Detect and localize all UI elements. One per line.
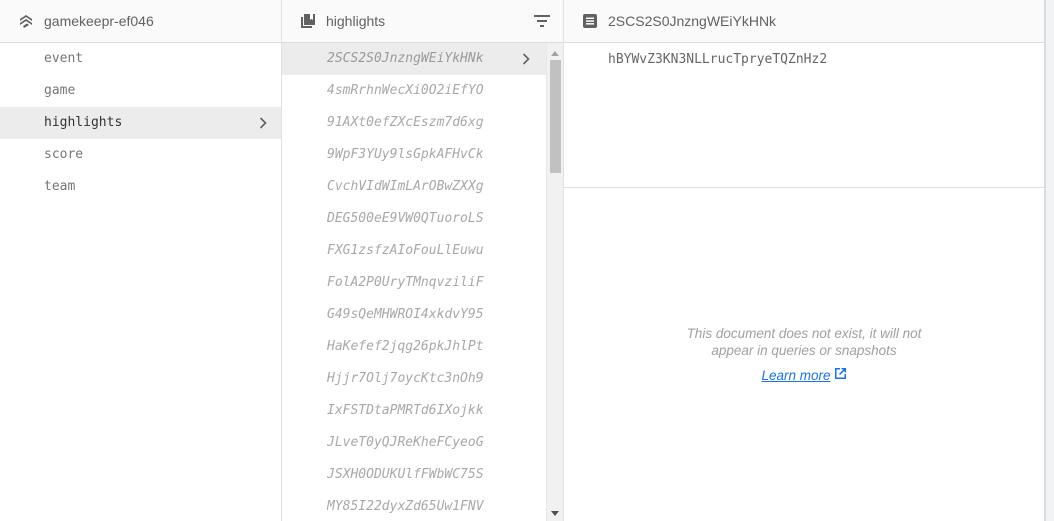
collection-label: score (44, 147, 84, 162)
project-title: gamekeepr-ef046 (44, 13, 154, 29)
document-item[interactable]: JLveT0yQJReKheFCyeoG (282, 427, 546, 459)
document-item[interactable]: IxFSTDtaPMRTd6IXojkk (282, 395, 546, 427)
document-id: FXG1zsfzAIoFouLlEuwu (327, 243, 484, 258)
document-id: 9WpF3YUy9lsGpkAFHvCk (327, 147, 484, 162)
scroll-up-arrow-icon[interactable] (547, 45, 563, 61)
filter-icon[interactable] (533, 12, 551, 30)
document-id: IxFSTDtaPMRTd6IXojkk (327, 403, 484, 418)
scroll-down-arrow-icon[interactable] (547, 505, 563, 521)
external-link-icon (834, 367, 847, 383)
chevron-right-icon (259, 107, 267, 139)
missing-document-notice: This document does not exist, it will no… (564, 325, 1044, 385)
document-title: 2SCS2S0JnzngWEiYkHNk (608, 13, 777, 29)
document-item[interactable]: JSXH0ODUKUlfFWbWC75S (282, 459, 546, 491)
document-id: CvchVIdWImLArOBwZXXg (327, 179, 484, 194)
collection-panel-header: highlights (282, 0, 563, 43)
learn-more-label: Learn more (761, 367, 831, 383)
document-id: HaKefef2jqg26pkJhlPt (327, 339, 484, 354)
document-id: MY85I22dyxZd65Uw1FNV (327, 499, 484, 514)
document-item[interactable]: G49sQeMHWROI4xkdvY95 (282, 299, 546, 331)
learn-more-link[interactable]: Learn more (761, 367, 846, 383)
missing-document-text: This document does not exist, it will no… (686, 326, 922, 358)
collection-label: team (44, 179, 76, 194)
root-panel-header: gamekeepr-ef046 (0, 0, 281, 43)
document-item[interactable]: 9WpF3YUy9lsGpkAFHvCk (282, 139, 546, 171)
document-id: 2SCS2S0JnzngWEiYkHNk (327, 51, 484, 66)
document-item[interactable]: 91AXt0efZXcEszm7d6xg (282, 107, 546, 139)
collection-item-score[interactable]: score (0, 139, 281, 171)
collection-icon (299, 12, 317, 30)
collection-list: event game highlights score team (0, 43, 281, 203)
subcollection-item[interactable]: hBYWvZ3KN3NLLrucTpryeTQZnHz2 (608, 51, 1044, 69)
document-icon (581, 12, 599, 30)
document-item[interactable]: 4smRrhnWecXi0O2iEfYO (282, 75, 546, 107)
document-panel: 2SCS2S0JnzngWEiYkHNk hBYWvZ3KN3NLLrucTpr… (564, 0, 1045, 521)
firestore-root-icon (17, 12, 35, 30)
collection-item-game[interactable]: game (0, 75, 281, 107)
document-item[interactable]: 2SCS2S0JnzngWEiYkHNk (282, 43, 546, 75)
document-item[interactable]: Hjjr7Olj7oycKtc3nOh9 (282, 363, 546, 395)
document-id: G49sQeMHWROI4xkdvY95 (327, 307, 484, 322)
document-item[interactable]: FXG1zsfzAIoFouLlEuwu (282, 235, 546, 267)
collection-label: event (44, 51, 84, 66)
document-id: JSXH0ODUKUlfFWbWC75S (327, 467, 484, 482)
collection-item-event[interactable]: event (0, 43, 281, 75)
document-id: 91AXt0efZXcEszm7d6xg (327, 115, 484, 130)
document-item[interactable]: HaKefef2jqg26pkJhlPt (282, 331, 546, 363)
document-id: FolA2P0UryTMnqvziliF (327, 275, 484, 290)
subcollection-area: hBYWvZ3KN3NLLrucTpryeTQZnHz2 (564, 43, 1044, 188)
collection-item-team[interactable]: team (0, 171, 281, 203)
document-item[interactable]: CvchVIdWImLArOBwZXXg (282, 171, 546, 203)
collection-label: highlights (44, 115, 123, 130)
document-list: 2SCS2S0JnzngWEiYkHNk 4smRrhnWecXi0O2iEfYO… (282, 43, 546, 521)
document-id: JLveT0yQJReKheFCyeoG (327, 435, 484, 450)
document-panel-header: 2SCS2S0JnzngWEiYkHNk (564, 0, 1044, 43)
scroll-thumb[interactable] (550, 60, 561, 173)
document-list-scrollbar[interactable] (546, 43, 563, 521)
root-panel: gamekeepr-ef046 event game highlights score… (0, 0, 282, 521)
document-item[interactable]: FolA2P0UryTMnqvziliF (282, 267, 546, 299)
collection-panel: highlights 2SCS2S0JnzngWEiYkHNk 4smRrhnWe… (282, 0, 564, 521)
document-id: DEG500eE9VW0QTuoroLS (327, 211, 484, 226)
window-edge (1045, 0, 1054, 521)
document-item[interactable]: MY85I22dyxZd65Uw1FNV (282, 491, 546, 521)
collection-label: game (44, 83, 76, 98)
collection-item-highlights[interactable]: highlights (0, 107, 281, 139)
document-item[interactable]: DEG500eE9VW0QTuoroLS (282, 203, 546, 235)
chevron-right-icon (522, 43, 530, 75)
document-id: 4smRrhnWecXi0O2iEfYO (327, 83, 484, 98)
collection-title: highlights (326, 13, 386, 29)
document-id: Hjjr7Olj7oycKtc3nOh9 (327, 371, 484, 386)
